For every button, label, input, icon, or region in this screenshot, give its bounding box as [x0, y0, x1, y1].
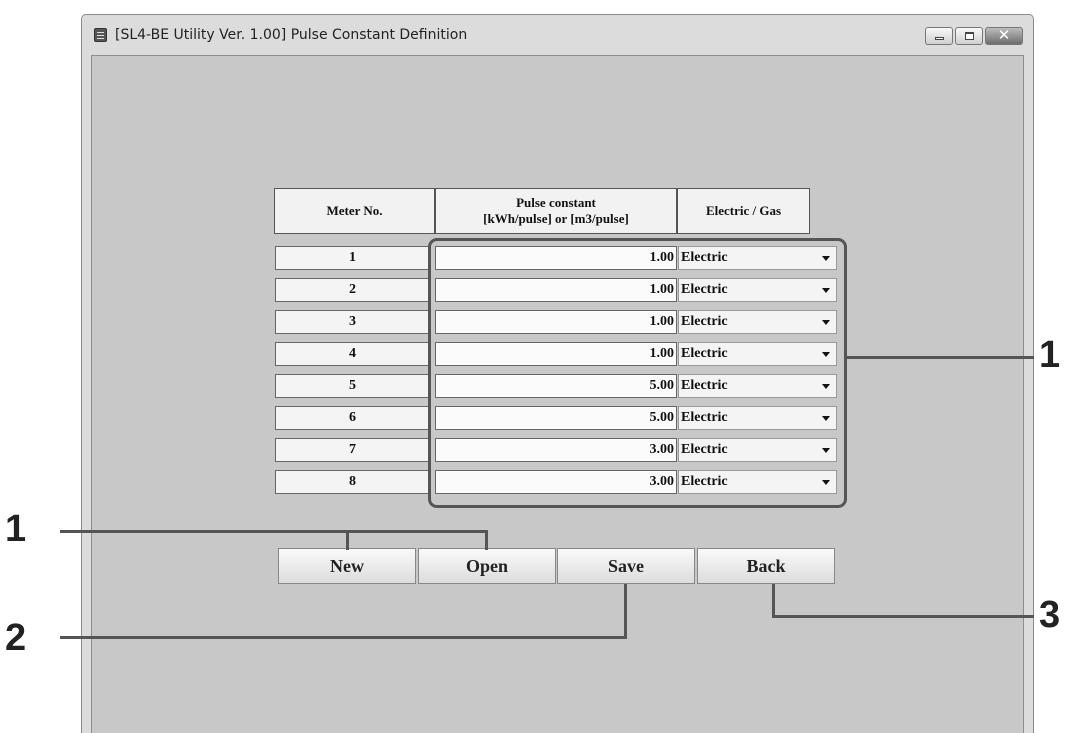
meter-no-cell: 3 [275, 310, 430, 334]
header-electric-gas: Electric / Gas [677, 188, 810, 234]
callout-label-save: 2 [5, 617, 27, 659]
header-pulse-line2: [kWh/pulse] or [m3/pulse] [483, 211, 629, 226]
close-button[interactable]: ✕ [985, 26, 1023, 45]
callout-label-back: 3 [1039, 594, 1061, 636]
callout-line-open [485, 530, 488, 550]
callout-line-back-h [772, 615, 1034, 618]
open-button[interactable]: Open [418, 548, 556, 584]
callout-label-new-open: 1 [5, 508, 27, 550]
header-pulse-line1: Pulse constant [516, 195, 596, 210]
maximize-icon [965, 32, 974, 40]
meter-no-cell: 7 [275, 438, 430, 462]
meter-no-cell: 4 [275, 342, 430, 366]
meter-no-cell: 8 [275, 470, 430, 494]
close-icon: ✕ [997, 26, 1011, 44]
callout-line-new [346, 530, 349, 550]
window-controls: ✕ [925, 26, 1023, 45]
meter-no-cell: 1 [275, 246, 430, 270]
callout-line-save-v [624, 584, 627, 639]
editable-area-highlight [428, 238, 847, 508]
maximize-button[interactable] [955, 27, 983, 45]
title-bar[interactable]: [SL4-BE Utility Ver. 1.00] Pulse Constan… [82, 15, 1033, 55]
callout-label-table: 1 [1039, 334, 1061, 376]
save-button[interactable]: Save [557, 548, 695, 584]
app-icon [94, 28, 107, 42]
new-button[interactable]: New [278, 548, 416, 584]
header-meter-no: Meter No. [274, 188, 435, 234]
back-button[interactable]: Back [697, 548, 835, 584]
callout-line-new-open [60, 530, 488, 533]
meter-no-cell: 2 [275, 278, 430, 302]
callout-line-table [846, 356, 1034, 359]
minimize-icon [935, 37, 944, 40]
minimize-button[interactable] [925, 27, 953, 45]
callout-line-save-h [60, 636, 627, 639]
window-title: [SL4-BE Utility Ver. 1.00] Pulse Constan… [115, 27, 468, 43]
meter-no-cell: 5 [275, 374, 430, 398]
callout-line-back-v [772, 584, 775, 618]
meter-no-cell: 6 [275, 406, 430, 430]
header-pulse-constant: Pulse constant [kWh/pulse] or [m3/pulse] [435, 188, 677, 234]
